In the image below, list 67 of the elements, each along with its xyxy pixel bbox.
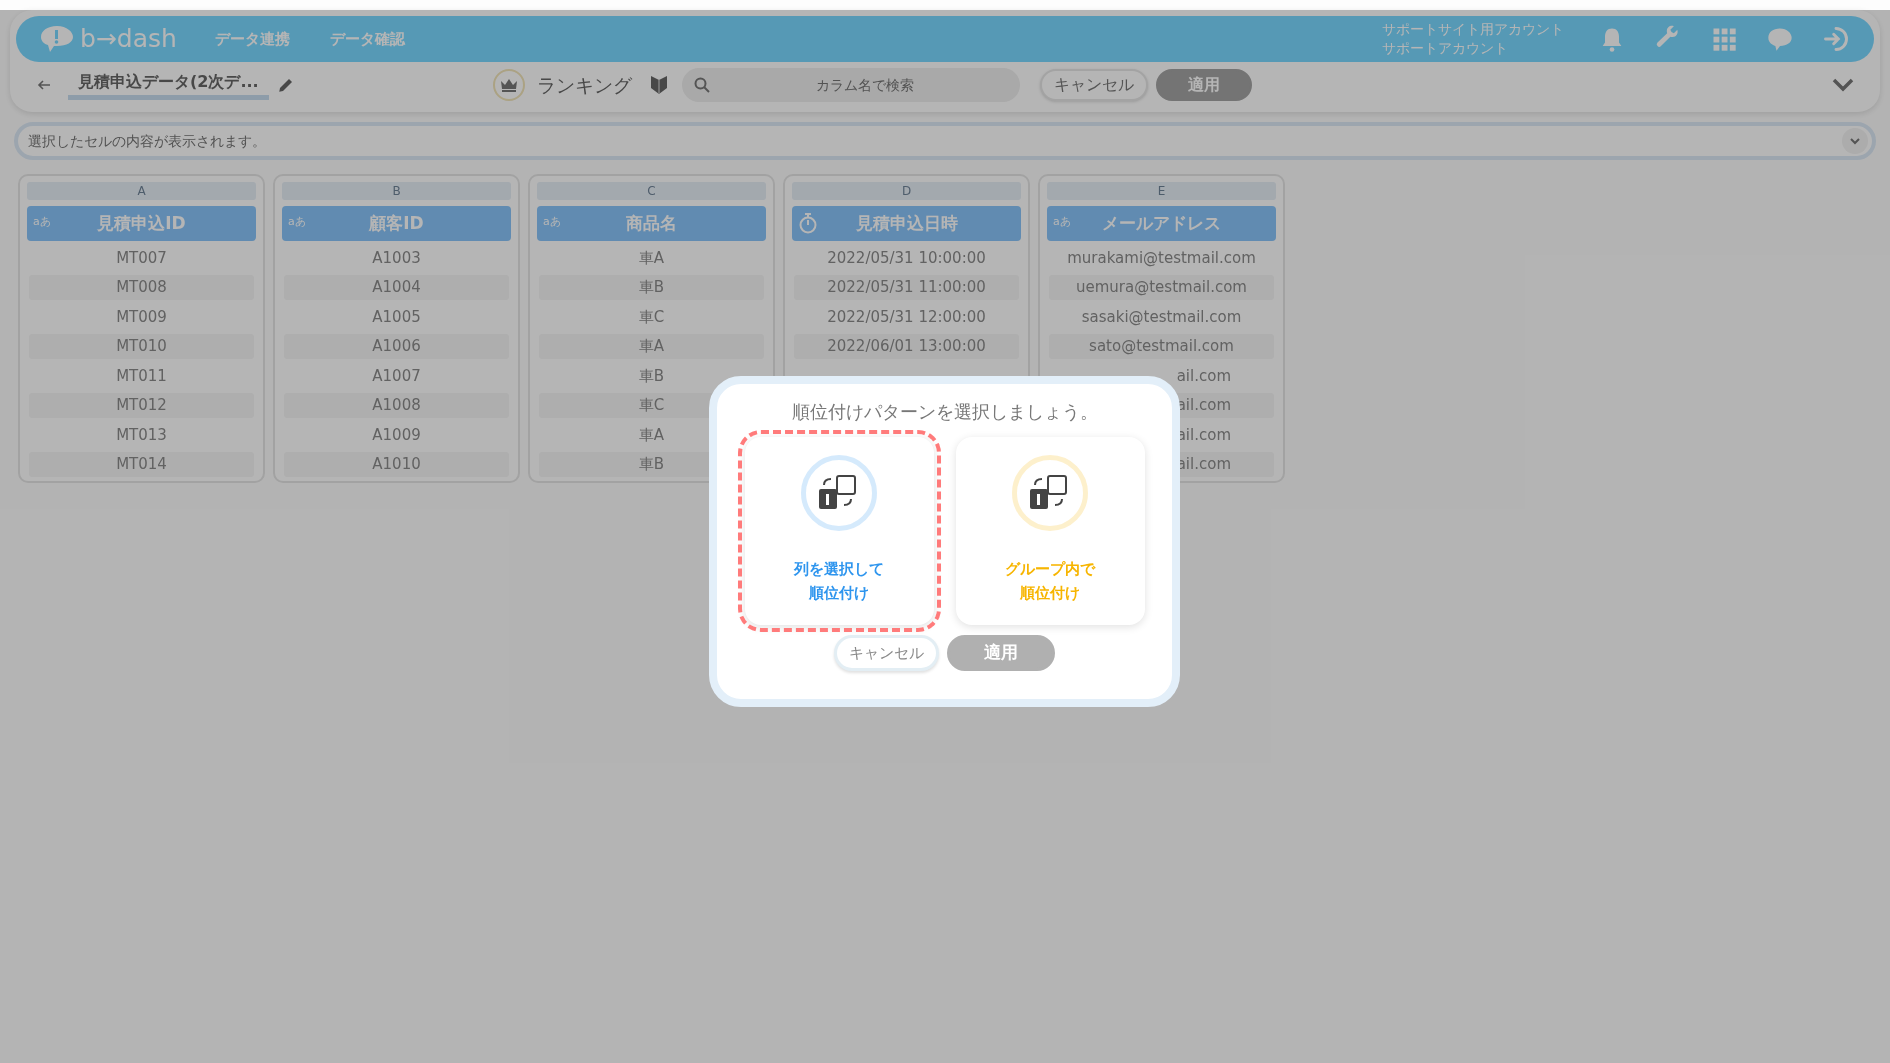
- table-cell[interactable]: MT014: [29, 452, 254, 477]
- table-cell[interactable]: A1009: [284, 422, 509, 448]
- column-header[interactable]: aあ 見積申込ID: [27, 206, 256, 241]
- nav-link[interactable]: データ連携: [214, 27, 290, 51]
- column-letter[interactable]: E: [1047, 182, 1276, 200]
- pencil-icon[interactable]: [276, 76, 295, 94]
- column-letter[interactable]: D: [792, 182, 1021, 200]
- table-cell[interactable]: 2022/05/31 12:00:00: [794, 304, 1019, 330]
- logo-icon: [38, 24, 76, 54]
- ranking-option-card[interactable]: グループ内で順位付け: [955, 437, 1145, 625]
- table-cell[interactable]: 車A: [539, 245, 764, 271]
- table-cell[interactable]: murakami@testmail.com: [1049, 245, 1274, 271]
- type-label: aあ: [1053, 214, 1071, 230]
- table-cell[interactable]: sasaki@testmail.com: [1049, 304, 1274, 330]
- column-header[interactable]: 見積申込日時: [792, 206, 1021, 241]
- search-icon: [693, 77, 710, 93]
- type-label: aあ: [543, 214, 561, 230]
- column-header[interactable]: aあ メールアドレス: [1047, 206, 1276, 241]
- account-name: サポートアカウント: [1382, 39, 1509, 58]
- cancel-button[interactable]: キャンセル: [1039, 69, 1148, 101]
- table-cell[interactable]: A1007: [284, 363, 509, 389]
- type-label: aあ: [288, 214, 306, 230]
- column-name: メールアドレス: [1102, 211, 1221, 235]
- crown-icon: [499, 78, 518, 92]
- table-cell[interactable]: MT012: [29, 393, 254, 418]
- account-site-label: サポートサイト用アカウント: [1382, 20, 1564, 39]
- type-label: aあ: [33, 214, 51, 230]
- table-cell[interactable]: A1003: [284, 245, 509, 271]
- column-header[interactable]: aあ 顧客ID: [282, 206, 511, 241]
- table-cell[interactable]: MT013: [29, 422, 254, 448]
- table-cell[interactable]: MT010: [29, 334, 254, 359]
- table-cell[interactable]: 車B: [539, 275, 764, 300]
- table-cell[interactable]: MT009: [29, 304, 254, 330]
- table-cell[interactable]: 2022/05/31 11:00:00: [794, 275, 1019, 300]
- document-title[interactable]: 見積申込データ(2次デ...: [68, 70, 269, 100]
- column-letter[interactable]: C: [537, 182, 766, 200]
- table-cell[interactable]: MT008: [29, 275, 254, 300]
- mode-title: ランキング: [536, 72, 632, 98]
- table-cell[interactable]: A1004: [284, 275, 509, 300]
- column-name: 商品名: [626, 211, 677, 235]
- table-cell[interactable]: A1008: [284, 393, 509, 418]
- nav-link[interactable]: データ確認: [329, 27, 405, 51]
- table-cell[interactable]: uemura@testmail.com: [1049, 275, 1274, 300]
- table-cell[interactable]: MT011: [29, 363, 254, 389]
- chevron-down-icon[interactable]: [1832, 78, 1854, 92]
- table-cell[interactable]: sato@testmail.com: [1049, 334, 1274, 359]
- column-name: 顧客ID: [369, 211, 424, 235]
- table-cell[interactable]: MT007: [29, 245, 254, 271]
- table-cell[interactable]: 車C: [539, 304, 764, 330]
- column-name: 見積申込ID: [97, 211, 186, 235]
- table-cell[interactable]: A1010: [284, 452, 509, 477]
- cell-content-field[interactable]: 選択したセルの内容が表示されます。: [14, 122, 1876, 160]
- table-cell[interactable]: A1006: [284, 334, 509, 359]
- table-cell[interactable]: A1005: [284, 304, 509, 330]
- column-header[interactable]: aあ 商品名: [537, 206, 766, 241]
- cancel-button[interactable]: キャンセル: [834, 635, 939, 671]
- table-cell[interactable]: 2022/05/31 10:00:00: [794, 245, 1019, 271]
- column-letter[interactable]: A: [27, 182, 256, 200]
- column-letter[interactable]: B: [282, 182, 511, 200]
- table-cell[interactable]: 車A: [539, 334, 764, 359]
- column-name: 見積申込日時: [855, 211, 958, 235]
- stopwatch-icon: [798, 212, 818, 234]
- search-field[interactable]: カラム名で検索: [681, 68, 1020, 102]
- logo-text: b→dash: [80, 23, 177, 56]
- modal-title: 順位付けパターンを選択しましょう。: [790, 400, 1099, 424]
- table-cell[interactable]: 2022/06/01 13:00:00: [794, 334, 1019, 359]
- chevron-down-icon: [1850, 137, 1860, 145]
